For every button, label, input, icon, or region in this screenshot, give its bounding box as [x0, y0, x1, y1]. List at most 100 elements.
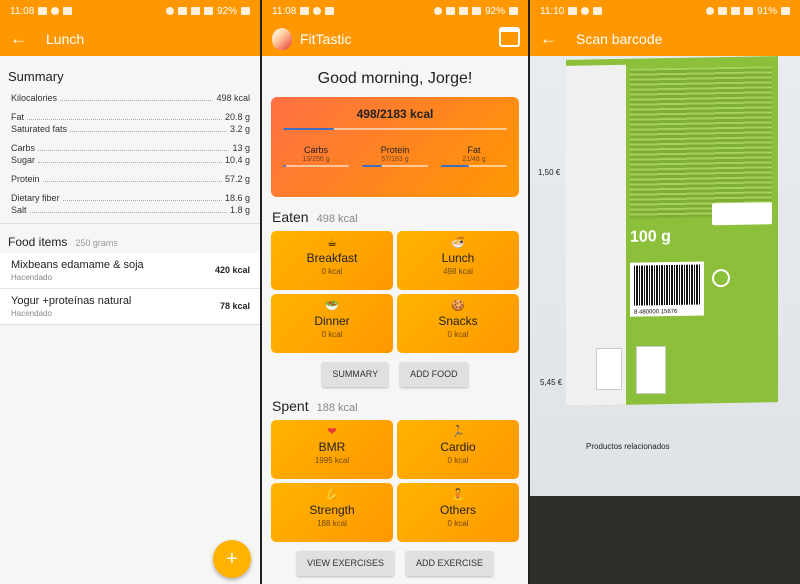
meal-tile-lunch[interactable]: 🍜 Lunch 498 kcal: [397, 231, 519, 290]
meal-kcal: 0 kcal: [321, 267, 343, 276]
exercise-tile-bmr[interactable]: ❤ BMR 1995 kcal: [271, 420, 393, 479]
battery-icon: [241, 7, 250, 15]
meal-kcal: 0 kcal: [447, 330, 469, 339]
nutrient-name: Dietary fiber: [11, 193, 60, 204]
page-title: Lunch: [46, 31, 85, 47]
nutrient-value: 57.2 g: [224, 174, 250, 185]
package-weight: 100 g: [630, 228, 671, 246]
nutrient-row: Protein 57.2 g: [11, 174, 250, 185]
lunch-screen: 11:08 92% ← Lunch Summary Kilocalories 49…: [0, 0, 260, 584]
food-item[interactable]: Yogur +proteínas natural Hacendado 78 kc…: [0, 288, 260, 325]
kcal-progress-bar: [283, 128, 507, 130]
product-thumbnail: [636, 346, 666, 394]
meal-kcal: 498 kcal: [443, 267, 473, 276]
spent-header: Spent 188 kcal: [262, 387, 528, 420]
exercise-tile-strength[interactable]: 💪 Strength 188 kcal: [271, 483, 393, 542]
meal-label: Snacks: [438, 314, 478, 328]
add-exercise-button[interactable]: ADD EXERCISE: [406, 551, 494, 576]
view-exercises-button[interactable]: VIEW EXERCISES: [296, 551, 394, 576]
summary-button[interactable]: SUMMARY: [322, 362, 389, 387]
scan-barcode-screen: 11:10 91% ← Scan barcode 1,50 € 5,45 € 1…: [530, 0, 800, 584]
exercise-label: Strength: [309, 503, 355, 517]
food-kcal: 420 kcal: [214, 265, 250, 276]
meal-label: Dinner: [314, 314, 350, 328]
nutrient-name: Protein: [11, 174, 40, 185]
eaten-title: Eaten: [272, 209, 309, 225]
status-time: 11:10: [540, 5, 565, 17]
nutrient-value: 20.8 g: [224, 112, 250, 123]
exercise-tile-cardio[interactable]: 🏃 Cardio 0 kcal: [397, 420, 519, 479]
kcal-total: 498/2183 kcal: [356, 107, 434, 121]
nutrient-value: 10.4 g: [224, 155, 250, 166]
status-time: 11:08: [10, 5, 35, 17]
macro-progress-bar: [362, 165, 428, 167]
meal-label: Breakfast: [306, 251, 358, 265]
macro-carbs: Carbs 13/256 g: [283, 145, 349, 167]
calorie-card: 498/2183 kcal Carbs 13/256 g Protein 57/…: [271, 97, 519, 197]
app-logo-icon: [272, 28, 292, 50]
nutrient-value: 3.2 g: [229, 124, 250, 135]
related-products-text: Productos relacionados: [586, 442, 670, 451]
exercise-kcal: 188 kcal: [317, 519, 347, 528]
add-food-button[interactable]: ADD FOOD: [400, 362, 468, 387]
food-brand: Hacendado: [11, 272, 52, 282]
salad-icon: 🥗: [325, 300, 339, 312]
status-bar: 11:10 91%: [530, 0, 800, 22]
macro-value: 21/48 g: [462, 156, 486, 163]
heart-icon: ❤: [327, 426, 337, 438]
app-title: FitTastic: [300, 31, 352, 47]
meals-grid: ☕ Breakfast 0 kcal 🍜 Lunch 498 kcal 🥗 Di…: [262, 231, 528, 353]
product-thumbnail: [596, 348, 622, 390]
barcode: 8 480000 15676: [630, 261, 704, 317]
eaten-kcal: 498 kcal: [316, 213, 358, 225]
app-bar: FitTastic: [262, 22, 528, 56]
camera-preview[interactable]: 1,50 € 5,45 € 100 g 8 480000 15676 Produ…: [530, 56, 800, 584]
food-name: Mixbeans edamame & soja: [11, 258, 144, 271]
gmail-icon: [325, 7, 335, 15]
status-bar: 11:08 92%: [0, 0, 260, 22]
nutrition-label: [630, 66, 772, 219]
meal-tile-breakfast[interactable]: ☕ Breakfast 0 kcal: [271, 231, 393, 290]
barcode-digits: 8 480000 15676: [634, 308, 678, 316]
calendar-icon[interactable]: [499, 27, 520, 47]
gmail-icon: [63, 7, 73, 15]
nutrient-row: Fat 20.8 g: [11, 112, 250, 123]
signal-icon: [743, 7, 753, 15]
recycle-icon: [712, 268, 730, 288]
image-icon: [568, 7, 578, 15]
nutrient-value: 18.6 g: [224, 193, 250, 204]
whatsapp-icon: [313, 7, 322, 15]
nutrient-value: 13 g: [232, 143, 250, 154]
spent-title: Spent: [272, 398, 309, 414]
nutrient-value: 498 kcal: [216, 93, 250, 104]
exercise-kcal: 1995 kcal: [314, 456, 350, 465]
gmail-icon: [593, 7, 603, 15]
add-food-fab[interactable]: +: [213, 540, 251, 578]
nutrient-name: Carbs: [11, 143, 36, 154]
nutrient-row: Sugar 10.4 g: [11, 155, 250, 166]
cookie-icon: 🍪: [451, 300, 465, 312]
meal-tile-snacks[interactable]: 🍪 Snacks 0 kcal: [397, 294, 519, 353]
nutrient-row: Dietary fiber 18.6 g: [11, 193, 250, 204]
page-title: Scan barcode: [576, 31, 663, 47]
back-arrow-icon[interactable]: ←: [10, 29, 38, 49]
back-arrow-icon[interactable]: ←: [540, 29, 568, 49]
exercise-label: BMR: [318, 440, 346, 454]
food-items-title: Food items: [8, 234, 68, 249]
food-items-header: Food items 250 grams: [0, 224, 260, 253]
summary-title: Summary: [8, 69, 64, 84]
app-bar: ← Lunch: [0, 22, 260, 56]
alarm-icon: [165, 7, 174, 15]
battery-level: 91%: [756, 5, 777, 17]
exercise-tile-others[interactable]: 🧘 Others 0 kcal: [397, 483, 519, 542]
wifi-icon: [190, 7, 200, 15]
nutrient-value: 1.8 g: [229, 205, 250, 216]
food-item[interactable]: Mixbeans edamame & soja Hacendado 420 kc…: [0, 252, 260, 289]
camera-price-text: 5,45 €: [540, 378, 563, 387]
app-bar: ← Scan barcode: [530, 22, 800, 56]
laptop-bezel: [530, 496, 800, 584]
meal-tile-dinner[interactable]: 🥗 Dinner 0 kcal: [271, 294, 393, 353]
greeting: Good morning, Jorge!: [317, 70, 473, 87]
alarm-icon: [433, 7, 442, 15]
nutrient-name: Salt: [11, 205, 27, 216]
